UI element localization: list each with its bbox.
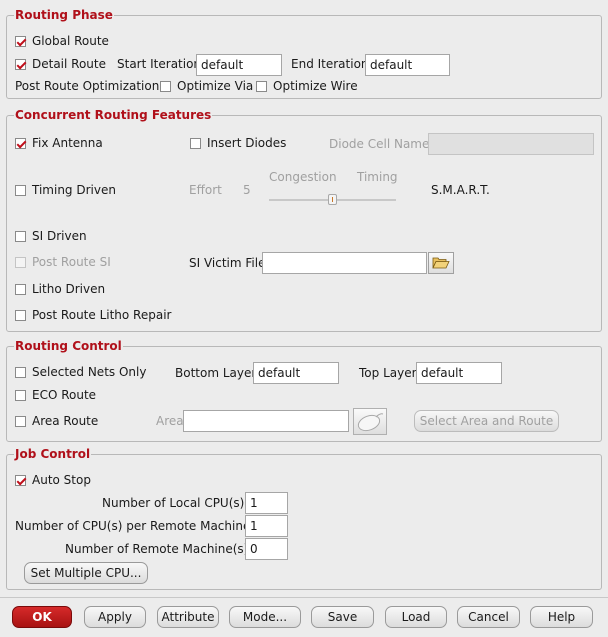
ok-button[interactable]: OK bbox=[12, 606, 72, 628]
selected-nets-only-checkbox[interactable] bbox=[15, 367, 26, 378]
bottom-layer-label: Bottom Layer bbox=[175, 366, 257, 380]
effort-slider-handle[interactable] bbox=[328, 194, 337, 205]
mode-button[interactable]: Mode... bbox=[229, 606, 301, 628]
remote-machines-field[interactable]: 0 bbox=[245, 538, 288, 560]
diode-cell-name-label: Diode Cell Name bbox=[329, 137, 430, 151]
si-driven-label[interactable]: SI Driven bbox=[32, 229, 87, 243]
apply-button[interactable]: Apply bbox=[84, 606, 146, 628]
detail-route-label[interactable]: Detail Route bbox=[32, 57, 106, 71]
cancel-button[interactable]: Cancel bbox=[457, 606, 520, 628]
auto-stop-label[interactable]: Auto Stop bbox=[32, 473, 91, 487]
browse-button[interactable] bbox=[428, 252, 454, 274]
folder-open-icon bbox=[432, 257, 450, 269]
mouse-select-button[interactable] bbox=[353, 408, 387, 435]
start-iteration-field[interactable]: default bbox=[196, 54, 282, 76]
optimize-via-checkbox[interactable] bbox=[160, 81, 171, 92]
job-control-title: Job Control bbox=[14, 447, 92, 461]
button-bar-separator bbox=[0, 597, 608, 598]
litho-driven-checkbox[interactable] bbox=[15, 284, 26, 295]
fix-antenna-checkbox[interactable] bbox=[15, 138, 26, 149]
optimize-wire-label[interactable]: Optimize Wire bbox=[273, 79, 358, 93]
post-route-si-checkbox[interactable] bbox=[15, 257, 26, 268]
select-area-and-route-button[interactable]: Select Area and Route bbox=[414, 410, 559, 432]
effort-value: 5 bbox=[243, 183, 251, 197]
effort-label: Effort bbox=[189, 183, 222, 197]
global-route-label[interactable]: Global Route bbox=[32, 34, 109, 48]
cpus-per-remote-label: Number of CPU(s) per Remote Machine: bbox=[15, 519, 255, 533]
timing-driven-checkbox[interactable] bbox=[15, 185, 26, 196]
area-field[interactable] bbox=[183, 410, 349, 432]
routing-phase-title: Routing Phase bbox=[14, 8, 114, 22]
local-cpus-label: Number of Local CPU(s): bbox=[102, 496, 249, 510]
si-victim-file-field[interactable] bbox=[262, 252, 427, 274]
post-route-si-label[interactable]: Post Route SI bbox=[32, 255, 111, 269]
top-layer-label: Top Layer bbox=[359, 366, 417, 380]
save-button[interactable]: Save bbox=[311, 606, 374, 628]
insert-diodes-checkbox[interactable] bbox=[190, 138, 201, 149]
area-route-checkbox[interactable] bbox=[15, 416, 26, 427]
end-iteration-field[interactable]: default bbox=[365, 54, 450, 76]
load-button[interactable]: Load bbox=[385, 606, 447, 628]
post-route-litho-repair-checkbox[interactable] bbox=[15, 310, 26, 321]
routing-mode-dialog: { "routing_phase": { "title": "Routing P… bbox=[0, 0, 608, 637]
end-iteration-label: End Iteration bbox=[291, 57, 369, 71]
post-route-optimization-label: Post Route Optimization bbox=[15, 79, 160, 93]
eco-route-label[interactable]: ECO Route bbox=[32, 388, 96, 402]
smart-label: S.M.A.R.T. bbox=[431, 183, 490, 197]
si-driven-checkbox[interactable] bbox=[15, 231, 26, 242]
attribute-button[interactable]: Attribute bbox=[157, 606, 219, 628]
slider-handle-grip bbox=[332, 197, 333, 202]
post-route-litho-repair-label[interactable]: Post Route Litho Repair bbox=[32, 308, 171, 322]
detail-route-checkbox[interactable] bbox=[15, 59, 26, 70]
area-route-label[interactable]: Area Route bbox=[32, 414, 98, 428]
timing-label: Timing bbox=[357, 170, 398, 184]
set-multiple-cpu-button[interactable]: Set Multiple CPU... bbox=[24, 562, 148, 584]
fix-antenna-label[interactable]: Fix Antenna bbox=[32, 136, 103, 150]
global-route-checkbox[interactable] bbox=[15, 36, 26, 47]
start-iteration-label: Start Iteration bbox=[117, 57, 202, 71]
auto-stop-checkbox[interactable] bbox=[15, 475, 26, 486]
optimize-via-label[interactable]: Optimize Via bbox=[177, 79, 253, 93]
insert-diodes-label[interactable]: Insert Diodes bbox=[207, 136, 286, 150]
remote-machines-label: Number of Remote Machine(s): bbox=[65, 542, 253, 556]
bottom-layer-field[interactable]: default bbox=[253, 362, 339, 384]
timing-driven-label[interactable]: Timing Driven bbox=[32, 183, 116, 197]
congestion-label: Congestion bbox=[269, 170, 337, 184]
si-victim-file-label: SI Victim File bbox=[189, 256, 266, 270]
optimize-wire-checkbox[interactable] bbox=[256, 81, 267, 92]
top-layer-field[interactable]: default bbox=[416, 362, 502, 384]
mouse-select-icon bbox=[357, 413, 384, 432]
selected-nets-only-label[interactable]: Selected Nets Only bbox=[32, 365, 146, 379]
local-cpus-field[interactable]: 1 bbox=[245, 492, 288, 514]
eco-route-checkbox[interactable] bbox=[15, 390, 26, 401]
help-button[interactable]: Help bbox=[530, 606, 593, 628]
concurrent-routing-title: Concurrent Routing Features bbox=[14, 108, 213, 122]
litho-driven-label[interactable]: Litho Driven bbox=[32, 282, 105, 296]
area-label: Area bbox=[156, 414, 184, 428]
cpus-per-remote-field[interactable]: 1 bbox=[245, 515, 288, 537]
routing-control-title: Routing Control bbox=[14, 339, 123, 353]
diode-cell-name-field[interactable] bbox=[428, 133, 594, 155]
